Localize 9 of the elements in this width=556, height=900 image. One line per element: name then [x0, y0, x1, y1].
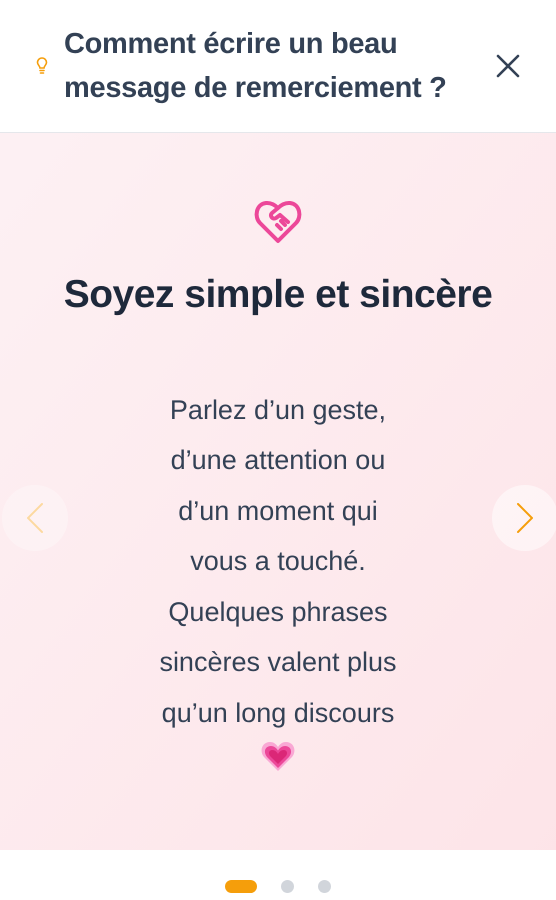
- slide-heading: Soyez simple et sincère: [64, 272, 492, 318]
- heart-handshake-icon: [254, 200, 302, 244]
- lightbulb-icon: [36, 57, 48, 75]
- slide-text: Parlez d’un geste, d’une attention ou d’un moment qui vous a touché. Quelques phrases sincères valent plus qu’un long discours: [159, 394, 397, 730]
- dialog-title: Comment écrire un beau message de remerciement ?: [64, 27, 448, 106]
- close-icon: [496, 54, 520, 78]
- heart-icon: [261, 740, 295, 772]
- chevron-left-icon: [27, 503, 43, 533]
- chevron-right-icon: [517, 503, 533, 533]
